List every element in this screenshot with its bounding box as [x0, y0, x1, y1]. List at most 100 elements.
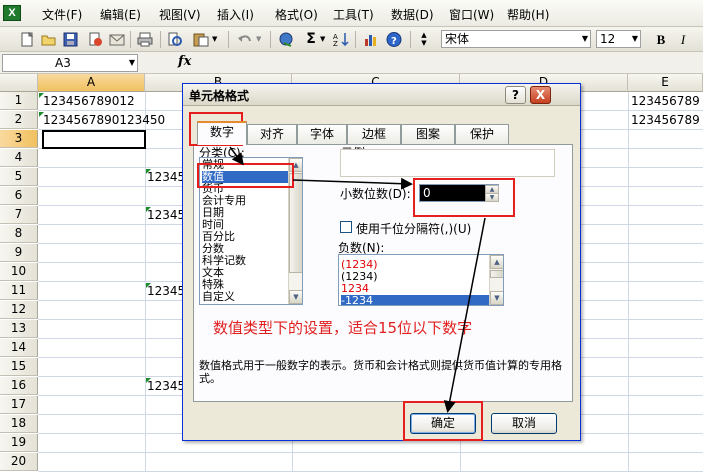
autosum-dropdown-icon[interactable]: ▼: [320, 31, 330, 48]
cell-a1[interactable]: 123456789012: [40, 92, 135, 110]
open-folder-icon[interactable]: [40, 31, 58, 48]
chevron-down-icon[interactable]: ▼: [582, 31, 588, 47]
tab-font[interactable]: 字体: [297, 124, 347, 144]
menu-data[interactable]: 数据(D): [391, 6, 434, 23]
chevron-down-icon[interactable]: ▼: [129, 55, 135, 71]
column-header-a[interactable]: A: [38, 74, 145, 92]
paste-icon[interactable]: [192, 31, 210, 48]
tab-patterns[interactable]: 图案: [401, 124, 455, 144]
row-header[interactable]: 6: [0, 187, 38, 205]
row-header[interactable]: 4: [0, 149, 38, 167]
chart-wizard-icon[interactable]: [362, 31, 380, 48]
fx-icon[interactable]: fx: [178, 54, 191, 69]
menu-file[interactable]: 文件(F): [42, 6, 82, 23]
sample-preview: [340, 149, 555, 177]
toolbar-options-icon[interactable]: ▲ ▼: [418, 31, 430, 48]
svg-text:?: ?: [391, 36, 397, 47]
permission-icon[interactable]: [86, 31, 104, 48]
dialog-help-button[interactable]: ?: [505, 86, 526, 104]
cell-e2[interactable]: 123456789: [628, 111, 700, 129]
cell-a2[interactable]: 1234567890123450: [40, 111, 165, 129]
menu-tools[interactable]: 工具(T): [333, 6, 374, 23]
category-item[interactable]: 会计专用: [202, 195, 290, 207]
row-header[interactable]: 12: [0, 301, 38, 319]
error-indicator-icon: [146, 169, 151, 174]
scroll-thumb[interactable]: [289, 173, 302, 273]
name-box[interactable]: A3 ▼: [2, 54, 138, 72]
email-icon[interactable]: [108, 31, 126, 48]
research-icon[interactable]: [166, 31, 184, 48]
autosum-icon[interactable]: Σ: [302, 31, 320, 48]
cancel-button[interactable]: 取消: [491, 413, 557, 434]
new-document-icon[interactable]: [18, 31, 36, 48]
undo-icon[interactable]: [236, 31, 254, 48]
row-header[interactable]: 15: [0, 358, 38, 376]
tab-alignment[interactable]: 对齐: [247, 124, 297, 144]
row-header[interactable]: 9: [0, 244, 38, 262]
tab-number[interactable]: 数字: [197, 121, 247, 145]
row-header[interactable]: 13: [0, 320, 38, 338]
thousands-separator-checkbox[interactable]: [340, 221, 352, 233]
negative-numbers-list[interactable]: (1234) (1234) 1234 -1234 ▲ ▼: [338, 254, 504, 306]
menu-edit[interactable]: 编辑(E): [100, 6, 141, 23]
row-header[interactable]: 7: [0, 206, 38, 224]
scroll-thumb[interactable]: [490, 270, 503, 278]
tab-border[interactable]: 边框: [347, 124, 401, 144]
menu-insert[interactable]: 插入(I): [217, 6, 254, 23]
error-indicator-icon: [39, 112, 44, 117]
bold-button[interactable]: B: [652, 31, 670, 48]
save-icon[interactable]: [62, 31, 80, 48]
scroll-down-icon[interactable]: ▼: [490, 291, 503, 305]
row-header[interactable]: 2: [0, 111, 38, 129]
active-cell-a3[interactable]: [42, 130, 146, 149]
menu-view[interactable]: 视图(V): [159, 6, 201, 23]
dialog-close-button[interactable]: X: [530, 86, 551, 104]
row-header[interactable]: 19: [0, 434, 38, 452]
font-name-select[interactable]: 宋体 ▼: [441, 30, 591, 48]
category-item[interactable]: 时间: [202, 219, 290, 231]
category-item[interactable]: 自定义: [202, 291, 290, 303]
category-item[interactable]: 科学记数: [202, 255, 290, 267]
row-header[interactable]: 14: [0, 339, 38, 357]
print-icon[interactable]: [136, 31, 154, 48]
row-header[interactable]: 18: [0, 415, 38, 433]
negative-list-scrollbar[interactable]: ▲ ▼: [489, 255, 503, 305]
select-all-corner[interactable]: [0, 74, 38, 92]
annotation-text: 数值类型下的设置，适合15位以下数字: [213, 319, 473, 337]
dialog-title-bar[interactable]: 单元格格式 ? X: [183, 84, 580, 106]
category-item[interactable]: 日期: [202, 207, 290, 219]
negative-format-option-selected[interactable]: -1234: [341, 295, 489, 305]
italic-button[interactable]: I: [674, 31, 692, 48]
tab-protection[interactable]: 保护: [455, 124, 509, 144]
row-header[interactable]: 5: [0, 168, 38, 186]
row-header[interactable]: 16: [0, 377, 38, 395]
row-header[interactable]: 1: [0, 92, 38, 110]
row-header[interactable]: 3: [0, 130, 38, 148]
formula-bar: A3 ▼ fx: [0, 52, 703, 74]
help-icon[interactable]: ?: [385, 31, 403, 48]
row-header[interactable]: 10: [0, 263, 38, 281]
row-header[interactable]: 20: [0, 453, 38, 471]
undo-dropdown-icon[interactable]: ▼: [256, 31, 266, 48]
chevron-down-icon[interactable]: ▼: [632, 31, 638, 47]
category-item[interactable]: 百分比: [202, 231, 290, 243]
menu-window[interactable]: 窗口(W): [449, 6, 494, 23]
menu-format[interactable]: 格式(O): [275, 6, 318, 23]
hyperlink-icon[interactable]: [278, 31, 296, 48]
scroll-up-icon[interactable]: ▲: [490, 255, 503, 269]
category-item[interactable]: 分数: [202, 243, 290, 255]
cell-e1[interactable]: 123456789: [628, 92, 700, 110]
category-item[interactable]: 文本: [202, 267, 290, 279]
font-size-select[interactable]: 12 ▼: [596, 30, 641, 48]
scroll-down-icon[interactable]: ▼: [289, 290, 302, 304]
excel-app-icon[interactable]: X: [3, 5, 21, 21]
row-header[interactable]: 17: [0, 396, 38, 414]
toolbar-separator: [270, 31, 271, 48]
row-header[interactable]: 8: [0, 225, 38, 243]
paste-dropdown-icon[interactable]: ▼: [212, 31, 222, 48]
row-header[interactable]: 11: [0, 282, 38, 300]
menu-help[interactable]: 帮助(H): [507, 6, 549, 23]
sort-ascending-icon[interactable]: AZ: [332, 31, 350, 48]
category-item[interactable]: 特殊: [202, 279, 290, 291]
column-header-e[interactable]: E: [628, 74, 703, 92]
